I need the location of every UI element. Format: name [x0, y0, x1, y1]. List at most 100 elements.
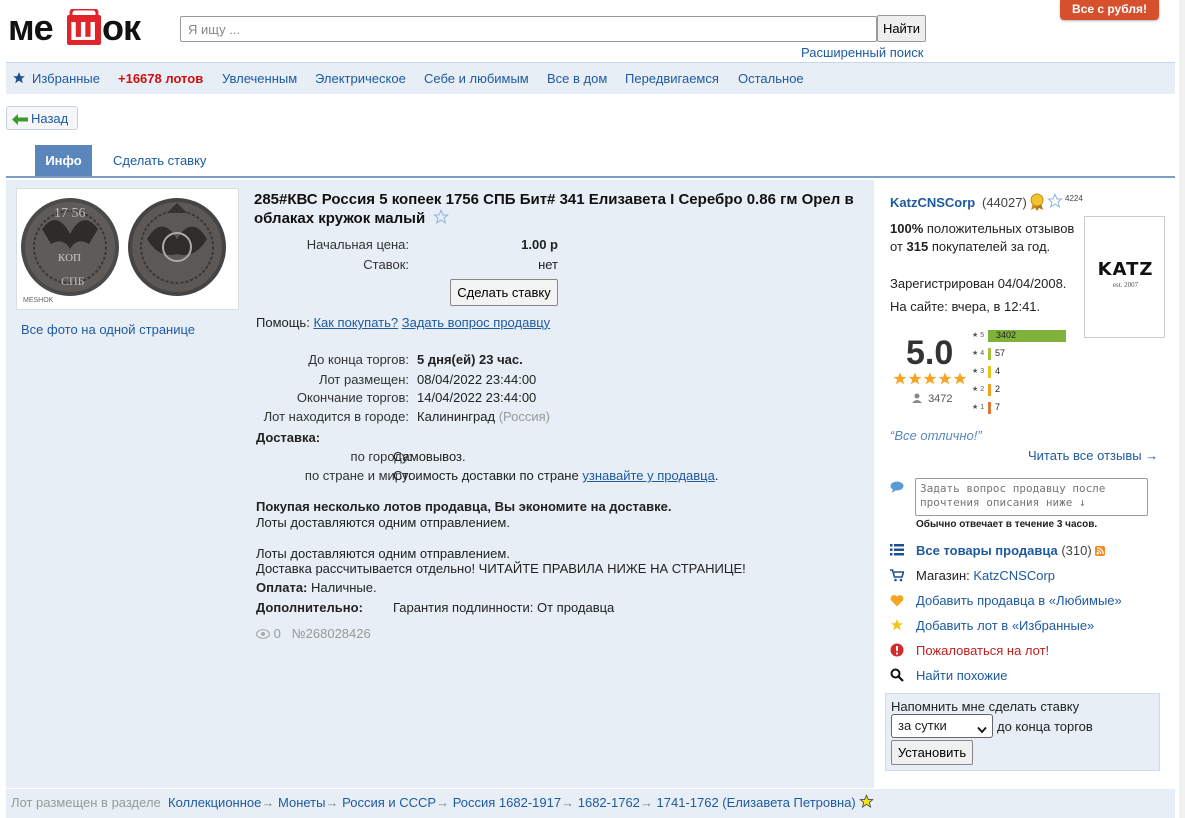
svg-text:ок: ок: [102, 9, 142, 48]
nav-item-electric[interactable]: Электрическое: [315, 71, 406, 86]
all-seller-items-link[interactable]: Все товары продавца: [916, 543, 1058, 558]
promo-badge[interactable]: Все с рубля!: [1060, 0, 1159, 20]
nav-favorites[interactable]: Избранные: [32, 71, 100, 86]
stars-count: 4224: [1065, 194, 1083, 203]
rating-score: 5.0: [906, 334, 954, 372]
star-outline-icon[interactable]: [433, 209, 450, 230]
star-icon: [890, 618, 904, 632]
review-quote: “Все отлично!”: [890, 428, 982, 443]
end-date: 14/04/2022 23:44:00: [417, 390, 537, 405]
authenticity: Гарантия подлинности: От продавца: [393, 600, 615, 615]
rating-count: 3402: [996, 330, 1017, 340]
nav-item-home[interactable]: Все в дом: [547, 71, 607, 86]
nav-item-transport[interactable]: Передвигаемся: [625, 71, 719, 86]
heart-icon: [890, 594, 904, 608]
payment-row: Оплата: Наличные.: [256, 580, 377, 595]
seller-online: На сайте: вчера, в 12:41.: [890, 299, 1041, 314]
ask-seller-input[interactable]: [915, 478, 1148, 516]
seller-registered: Зарегистрирован 04/04/2008.: [890, 276, 1067, 291]
bids-label: Ставок:: [363, 257, 409, 272]
add-seller-favorite-link[interactable]: Добавить продавца в «Любимые»: [916, 593, 1122, 608]
placed-label: Лот размещен:: [318, 372, 409, 387]
world-delivery: Стоимость доставки по стране узнавайте у…: [393, 468, 719, 483]
all-photos-link[interactable]: Все фото на одной странице: [21, 322, 195, 337]
add-lot-favorite-link[interactable]: Добавить лот в «Избранные»: [916, 618, 1094, 633]
extra-label: Дополнительно:: [256, 600, 363, 615]
tab-make-bid[interactable]: Сделать ставку: [113, 153, 206, 168]
reminder-period-select[interactable]: за сутки: [891, 714, 993, 738]
city-delivery: Самовывоз.: [393, 449, 466, 464]
crumb-1682-1762[interactable]: 1682-1762: [578, 795, 640, 810]
medal-icon: [1030, 193, 1044, 214]
svg-text:ме: ме: [8, 9, 53, 48]
crumb-coins[interactable]: Монеты: [278, 795, 325, 810]
search-icon: [890, 668, 904, 682]
find-similar-link[interactable]: Найти похожие: [916, 668, 1007, 683]
crumb-russia-1682-1917[interactable]: Россия 1682-1917: [453, 795, 561, 810]
lot-photo[interactable]: 17 56 КОП СПБ MESHOK: [16, 188, 239, 310]
nav-item-personal[interactable]: Себе и любимым: [424, 71, 529, 86]
site-logo[interactable]: ме ш ок: [8, 7, 170, 49]
rss-icon[interactable]: [1095, 544, 1106, 559]
advanced-search-link[interactable]: Расширенный поиск: [801, 45, 923, 60]
city: Калининград (Россия): [417, 409, 550, 424]
ask-seller-link[interactable]: Задать вопрос продавцу: [402, 315, 550, 330]
nav-new-lots[interactable]: +16678 лотов: [118, 71, 203, 86]
crumb-1741-1762[interactable]: 1741-1762 (Елизавета Петровна): [657, 795, 856, 810]
chevron-down-icon: [977, 722, 987, 737]
seller-stats: 100% положительных отзывов от 315 покупа…: [890, 221, 1075, 254]
seller-rating-count: (44027): [982, 195, 1027, 210]
star-icon[interactable]: [859, 794, 875, 812]
reminder-suffix: до конца торгов: [997, 719, 1093, 734]
complain-link[interactable]: Пожаловаться на лот!: [916, 643, 1049, 658]
crumb-russia-ussr[interactable]: Россия и СССР: [342, 795, 436, 810]
all-seller-items: Все товары продавца (310): [916, 543, 1106, 559]
how-to-buy-link[interactable]: Как покупать?: [313, 315, 398, 330]
shop-row: Магазин: KatzCNSCorp: [916, 568, 1056, 583]
user-icon: [912, 393, 922, 406]
lot-title: 285#КВС Россия 5 копеек 1756 СПБ Бит# 34…: [254, 191, 869, 230]
start-price: 1.00 р: [521, 237, 558, 252]
nav-item-other[interactable]: Остальное: [738, 71, 804, 86]
placed-date: 08/04/2022 23:44:00: [417, 372, 537, 387]
bids-count: нет: [538, 257, 558, 272]
seller-logo[interactable]: KATZ est. 2007: [1084, 216, 1165, 338]
seller-name-link[interactable]: KatzCNSCorp: [890, 195, 975, 210]
list-icon: [890, 544, 904, 558]
rating-star-label: ★ 1: [972, 404, 985, 411]
crumb-collectibles[interactable]: Коллекционное: [168, 795, 261, 810]
nav-item-hobby[interactable]: Увлеченным: [222, 71, 297, 86]
eye-icon: [255, 627, 271, 642]
shop-link[interactable]: KatzCNSCorp: [973, 568, 1055, 583]
end-label: Окончание торгов:: [296, 390, 409, 405]
rating-bar: [988, 366, 991, 378]
tab-info[interactable]: Инфо: [35, 145, 92, 176]
rating-bar: [988, 348, 991, 360]
rating-count: 2: [995, 384, 1001, 394]
set-reminder-button[interactable]: Установить: [891, 740, 973, 765]
svg-text:КОП: КОП: [58, 252, 81, 264]
search-button[interactable]: Найти: [877, 15, 926, 42]
save-note: Покупая несколько лотов продавца, Вы эко…: [256, 499, 672, 514]
search-input[interactable]: [180, 16, 877, 42]
rating-bar: [988, 384, 991, 396]
city-label: Лот находится в городе:: [263, 409, 409, 424]
start-price-label: Начальная цена:: [306, 237, 409, 252]
rating-count: 57: [995, 348, 1006, 358]
rating-stars: [893, 372, 967, 389]
make-bid-button[interactable]: Сделать ставку: [450, 279, 558, 306]
ends-in-label: До конца торгов:: [308, 352, 409, 367]
arrow-left-icon: [12, 113, 28, 125]
svg-text:17 56: 17 56: [54, 206, 86, 221]
scrollbar[interactable]: [1179, 0, 1185, 818]
one-shipment-note-2: Лоты доставляются одним отправлением.: [256, 546, 510, 561]
rating-star-label: ★ 3: [972, 368, 985, 375]
rating-bar: [988, 402, 991, 414]
svg-text:ш: ш: [69, 10, 97, 48]
photo-watermark: MESHOK: [23, 297, 54, 304]
back-button[interactable]: Назад: [6, 106, 78, 130]
lot-stats: 0 №268028426: [255, 626, 371, 642]
rating-count: 7: [995, 402, 1001, 412]
ask-seller-delivery-link[interactable]: узнавайте у продавца: [582, 468, 715, 483]
read-all-reviews-link[interactable]: Читать все отзывы →: [1028, 448, 1158, 463]
